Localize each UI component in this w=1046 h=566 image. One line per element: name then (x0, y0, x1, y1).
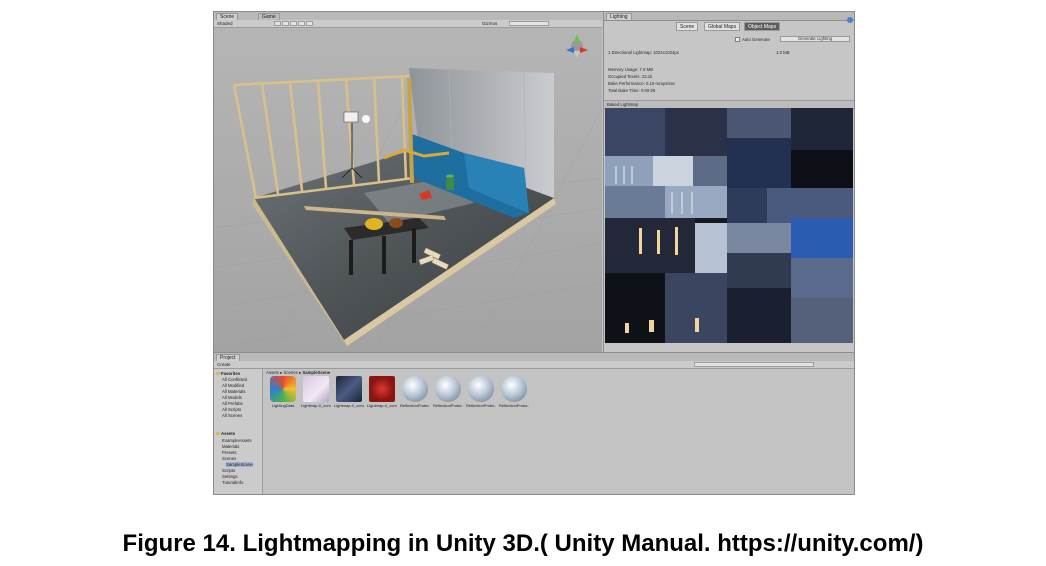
tree-folder-selected[interactable]: SampleScene (226, 462, 253, 467)
reflection-probe-icon (435, 376, 461, 402)
favorites-label: Favorites (221, 371, 241, 376)
asset-item[interactable]: Lightmap-0_comp_dir (301, 376, 331, 416)
asset-item[interactable]: Lightmap-0_comp_shadowmask (367, 376, 397, 416)
reflection-probe-icon (402, 376, 428, 402)
asset-label: LightingData (271, 403, 295, 408)
asset-browser: Assets ▸ Scenes ▸ SampleScene LightingDa… (263, 369, 854, 494)
tab-object-maps[interactable]: Object Maps (744, 22, 781, 31)
lightmap-shadowmask-icon (369, 376, 395, 402)
hidden-objects-toggle[interactable] (306, 21, 313, 26)
scene-toolbar: Shaded Gizmos (214, 20, 602, 28)
auto-generate-checkbox[interactable] (735, 37, 740, 42)
favorite-item[interactable]: All Models (222, 395, 242, 400)
favorite-item[interactable]: All Scenes (222, 413, 242, 418)
favorite-item[interactable]: All Conflicted (222, 377, 247, 382)
lightmap-dir-icon (303, 376, 329, 402)
unity-editor-screenshot: Scene Game Shaded Gizmos Lighting Scene … (213, 11, 855, 495)
tab-project[interactable]: Project (216, 354, 240, 361)
lightmap-atlas (605, 108, 853, 343)
asset-label: ReflectionProbe-3 (499, 403, 529, 408)
figure-caption: Figure 14. Lightmapping in Unity 3D.( Un… (122, 530, 924, 557)
2d-toggle[interactable] (274, 21, 281, 26)
lighting-tabbar: Lighting (604, 12, 854, 21)
tab-global-maps[interactable]: Global Maps (704, 22, 741, 31)
asset-item[interactable]: ReflectionProbe-0 (400, 376, 430, 416)
favorite-item[interactable]: All Prefabs (222, 401, 243, 406)
occupied-texels: Occupied Texels: 23.1k (608, 74, 653, 79)
breadcrumb: Assets ▸ Scenes ▸ SampleScene (266, 370, 331, 375)
star-icon (216, 372, 220, 376)
lighting-panel: Lighting Scene Global Maps Object Maps A… (603, 12, 854, 352)
tree-folder[interactable]: Scenes (222, 456, 236, 461)
tree-folder[interactable]: Presets (222, 450, 237, 455)
reflection-probe-icon (501, 376, 527, 402)
lightmaps-size: 1.0 MB (776, 50, 790, 55)
tab-game[interactable]: Game (258, 13, 280, 20)
generate-lighting-button[interactable]: Generate Lighting (780, 36, 850, 42)
tree-folder[interactable]: Materials (222, 444, 239, 449)
project-search-input[interactable] (694, 362, 814, 367)
create-button[interactable]: Create (217, 361, 231, 368)
project-folder-tree: Favorites All Conflicted All Modified Al… (214, 369, 263, 494)
asset-item[interactable]: LightingData (268, 376, 298, 416)
scene-viewport[interactable] (214, 28, 602, 352)
scene-render (214, 28, 602, 352)
assets-header[interactable]: Assets (216, 431, 235, 436)
asset-label: Lightmap-0_comp_light (334, 403, 364, 408)
tree-folder[interactable]: ExampleAssets (222, 438, 252, 443)
scene-search-input[interactable] (509, 21, 549, 26)
shading-mode-dropdown[interactable]: Shaded (217, 20, 233, 27)
total-bake-time: Total Bake Time: 0:00:06 (608, 88, 656, 93)
lighting-data-icon (270, 376, 296, 402)
tree-folder[interactable]: Settings (222, 474, 238, 479)
asset-label: ReflectionProbe-2 (466, 403, 496, 408)
tab-lighting[interactable]: Lighting (606, 13, 632, 20)
effects-toggle[interactable] (298, 21, 305, 26)
memory-usage: Memory Usage: 7.9 MB (608, 67, 654, 72)
audio-toggle[interactable] (290, 21, 297, 26)
asset-item[interactable]: ReflectionProbe-3 (499, 376, 529, 416)
scene-panel: Scene Game Shaded Gizmos (214, 12, 602, 352)
project-panel: Project Create Favorites All Conflicted … (214, 352, 854, 494)
reflection-probe-icon (468, 376, 494, 402)
breadcrumb-item[interactable]: Scenes (283, 370, 297, 375)
lightmaps-summary: 1 Directional Lightmap: 1024x1024px (608, 50, 679, 55)
folder-icon (216, 432, 220, 436)
breadcrumb-item[interactable]: Assets (266, 370, 279, 375)
asset-item[interactable]: Lightmap-0_comp_light (334, 376, 364, 416)
preview-dropdown[interactable]: Baked Lightmap (607, 102, 638, 107)
asset-label: ReflectionProbe-0 (400, 403, 430, 408)
gizmos-dropdown[interactable]: Gizmos (482, 20, 497, 27)
tree-folder[interactable]: Scripts (222, 468, 235, 473)
help-icon[interactable] (847, 17, 853, 23)
lighting-toggle[interactable] (282, 21, 289, 26)
project-toolbar: Create (214, 361, 854, 369)
favorite-item[interactable]: All Scripts (222, 407, 241, 412)
tab-scene[interactable]: Scene (216, 13, 239, 20)
favorites-header[interactable]: Favorites (216, 371, 240, 376)
lightmap-light-icon (336, 376, 362, 402)
favorite-item[interactable]: All Materials (222, 389, 245, 394)
assets-label: Assets (221, 431, 236, 436)
lightmap-preview (605, 108, 853, 343)
asset-label: Lightmap-0_comp_shadowmask (367, 403, 397, 408)
tab-lighting-scene[interactable]: Scene (676, 22, 699, 31)
asset-label: Lightmap-0_comp_dir (301, 403, 331, 408)
asset-item[interactable]: ReflectionProbe-2 (466, 376, 496, 416)
breadcrumb-item[interactable]: SampleScene (302, 370, 330, 375)
bake-performance: Bake Performance: 0.19 mrays/sec (608, 81, 676, 86)
favorite-item[interactable]: All Modified (222, 383, 244, 388)
asset-item[interactable]: ReflectionProbe-1 (433, 376, 463, 416)
auto-generate-label: Auto Generate (742, 37, 770, 42)
asset-label: ReflectionProbe-1 (433, 403, 463, 408)
tree-folder[interactable]: TutorialInfo (222, 480, 243, 485)
